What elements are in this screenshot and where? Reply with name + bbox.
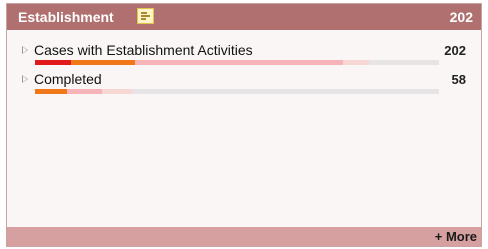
triangle-right-icon[interactable] xyxy=(22,75,28,83)
panel-footer: + More xyxy=(7,227,481,246)
panel-header: Establishment 202 xyxy=(7,4,481,30)
bar-segment xyxy=(35,60,71,65)
bar-chart-icon[interactable] xyxy=(137,8,154,24)
row-label[interactable]: Cases with Establishment Activities xyxy=(34,42,253,58)
bar-segment xyxy=(102,89,132,94)
panel-total-count: 202 xyxy=(449,9,473,25)
list-item-cases-with-establishment-activities[interactable]: Cases with Establishment Activities 202 xyxy=(7,42,481,72)
row-count: 202 xyxy=(444,43,466,58)
row-count: 58 xyxy=(451,72,466,87)
bar-segment xyxy=(343,60,369,65)
bar-segment xyxy=(35,89,67,94)
triangle-right-icon[interactable] xyxy=(22,46,28,54)
bar-segment xyxy=(67,89,102,94)
more-button[interactable]: + More xyxy=(435,229,477,244)
bar-segment xyxy=(135,60,343,65)
row-label[interactable]: Completed xyxy=(34,71,102,87)
list-item-completed[interactable]: Completed 58 xyxy=(7,71,481,101)
establishment-panel: Establishment 202 Cases with Establishme… xyxy=(6,3,482,247)
stacked-progress-bar xyxy=(35,89,439,94)
bar-segment xyxy=(71,60,135,65)
panel-title: Establishment xyxy=(18,9,114,25)
stacked-progress-bar xyxy=(35,60,439,65)
